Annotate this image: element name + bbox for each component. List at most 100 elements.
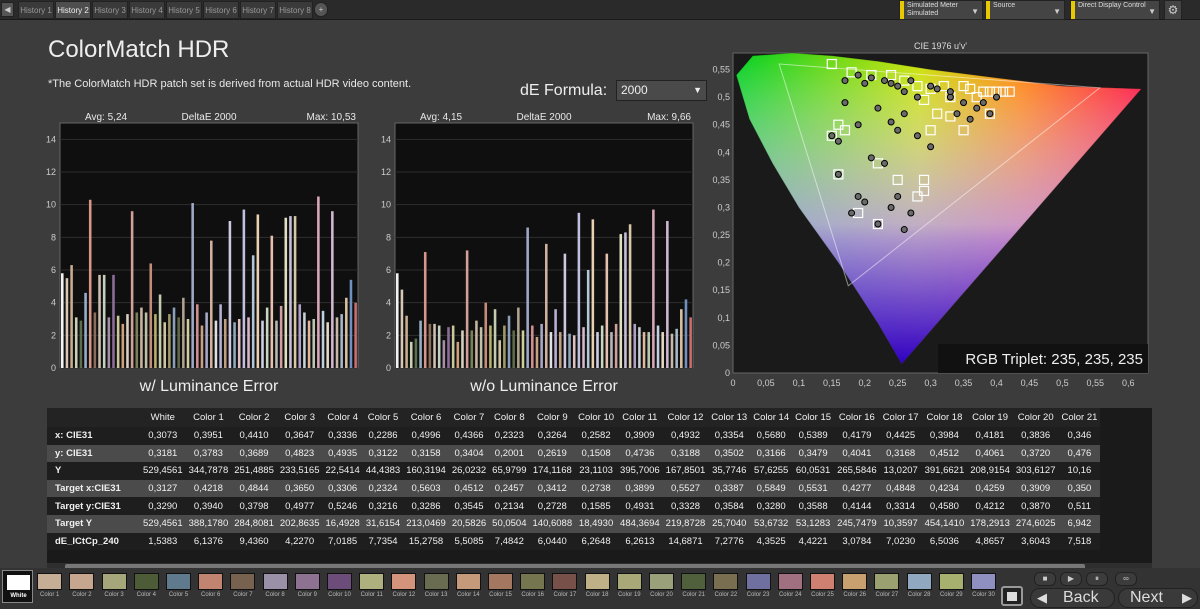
swatch-chip: [938, 573, 964, 590]
swatch-color-25[interactable]: Color 25: [807, 570, 838, 603]
history-tab-3[interactable]: History 3: [92, 1, 128, 19]
table-cell: 16,4928: [322, 514, 363, 533]
swatch-color-17[interactable]: Color 17: [549, 570, 580, 603]
swatch-chip: [520, 573, 546, 590]
table-cell: 0,3216: [362, 497, 404, 515]
swatch-color-10[interactable]: Color 10: [324, 570, 355, 603]
history-tab-5[interactable]: History 5: [166, 1, 202, 19]
swatch-color-20[interactable]: Color 20: [646, 570, 677, 603]
table-cell: 529,4561: [140, 514, 186, 533]
swatch-color-15[interactable]: Color 15: [485, 570, 516, 603]
loop-icon[interactable]: ∞: [1115, 572, 1137, 586]
display-control-dropdown[interactable]: Direct Display Control ▼: [1070, 0, 1160, 20]
history-tab-2[interactable]: History 2: [55, 1, 91, 19]
swatch-label: Color 13: [424, 592, 448, 598]
table-cell: 65,9799: [489, 462, 530, 480]
swatch-color-9[interactable]: Color 9: [292, 570, 323, 603]
table-cell: 344,7878: [185, 462, 232, 480]
source-dropdown[interactable]: Source ▼: [985, 0, 1065, 20]
history-tab-8[interactable]: History 8: [277, 1, 313, 19]
add-history-button[interactable]: +: [314, 2, 328, 17]
bar: [503, 325, 506, 368]
table-cell: 0,3354: [708, 427, 751, 445]
swatch-color-3[interactable]: Color 3: [99, 570, 130, 603]
swatch-color-27[interactable]: Color 27: [871, 570, 902, 603]
swatch-chip: [166, 573, 191, 590]
measured-point: [881, 77, 889, 85]
table-cell: 160,3194: [403, 462, 449, 480]
history-tab-1[interactable]: History 1: [18, 1, 54, 19]
swatch-color-16[interactable]: Color 16: [517, 570, 548, 603]
swatch-white[interactable]: White: [2, 570, 33, 603]
table-cell: 6,1376: [185, 532, 232, 551]
swatch-color-1[interactable]: Color 1: [34, 570, 65, 603]
stop-button[interactable]: [1001, 586, 1023, 606]
de-formula-select[interactable]: 2000 ▼: [616, 80, 707, 101]
swatch-color-29[interactable]: Color 29: [936, 570, 967, 603]
stop-icon[interactable]: ■: [1034, 572, 1056, 586]
history-tab-7[interactable]: History 7: [240, 1, 276, 19]
y-tick-label: 2: [386, 330, 391, 340]
measured-point: [900, 226, 908, 234]
measured-point: [907, 209, 915, 217]
swatch-label: Color 10: [328, 592, 351, 598]
swatch-color-4[interactable]: Color 4: [131, 570, 162, 603]
measured-point: [854, 192, 862, 200]
bar: [461, 330, 464, 368]
swatch-color-8[interactable]: Color 8: [260, 570, 291, 603]
table-cell: 0,2001: [489, 444, 530, 463]
meter-dropdown[interactable]: Simulated Meter Simulated ▼: [899, 0, 983, 20]
swatch-color-26[interactable]: Color 26: [839, 570, 870, 603]
swatch-chip: [713, 573, 739, 590]
table-corner: [47, 408, 140, 427]
table-cell: 0,2582: [575, 427, 618, 445]
swatch-color-28[interactable]: Color 28: [904, 570, 935, 603]
table-cell: 174,1168: [529, 462, 576, 480]
play-icon[interactable]: ▶: [1060, 572, 1082, 586]
column-header: Color 15: [792, 408, 835, 427]
bar: [479, 327, 483, 368]
table-cell: 0,4181: [967, 427, 1013, 445]
bar: [423, 252, 427, 368]
gear-icon[interactable]: ⚙: [1164, 0, 1182, 20]
swatch-color-30[interactable]: Color 30: [968, 570, 999, 603]
swatch-label: White: [10, 593, 27, 599]
swatch-color-5[interactable]: Color 5: [163, 570, 194, 603]
swatch-color-2[interactable]: Color 2: [66, 570, 97, 603]
bar: [65, 278, 69, 368]
swatch-color-6[interactable]: Color 6: [195, 570, 226, 603]
table-cell: 0,2728: [529, 497, 576, 515]
bar: [84, 292, 87, 368]
bar: [79, 320, 83, 368]
swatch-color-14[interactable]: Color 14: [453, 570, 484, 603]
pause-icon[interactable]: ⏸: [1086, 572, 1108, 586]
measured-point: [907, 77, 915, 85]
swatch-color-13[interactable]: Color 13: [421, 570, 452, 603]
swatch-color-7[interactable]: Color 7: [227, 570, 258, 603]
measured-point: [973, 104, 981, 112]
back-button[interactable]: ◀ Back: [1030, 588, 1115, 608]
swatch-color-22[interactable]: Color 22: [710, 570, 741, 603]
table-cell: 233,5165: [276, 462, 323, 480]
swatch-color-11[interactable]: Color 11: [356, 570, 387, 603]
bar: [521, 330, 525, 368]
table-cell: 484,3694: [617, 514, 663, 533]
bar: [586, 270, 590, 368]
swatch-color-18[interactable]: Color 18: [582, 570, 613, 603]
history-tab-4[interactable]: History 4: [129, 1, 165, 19]
swatch-color-19[interactable]: Color 19: [614, 570, 645, 603]
next-button[interactable]: Next ▶: [1118, 588, 1198, 608]
history-back-arrow[interactable]: ◀: [1, 2, 14, 17]
column-header: Color 9: [529, 408, 576, 427]
swatch-color-24[interactable]: Color 24: [775, 570, 806, 603]
table-cell: 0,346: [1058, 427, 1101, 445]
swatch-color-21[interactable]: Color 21: [678, 570, 709, 603]
bar: [116, 315, 120, 368]
history-tab-6[interactable]: History 6: [203, 1, 239, 19]
y-tick-label: 12: [46, 167, 56, 177]
swatch-color-23[interactable]: Color 23: [743, 570, 774, 603]
swatch-color-12[interactable]: Color 12: [388, 570, 419, 603]
measured-point: [900, 88, 908, 96]
bar: [205, 312, 208, 368]
bar: [102, 274, 106, 368]
